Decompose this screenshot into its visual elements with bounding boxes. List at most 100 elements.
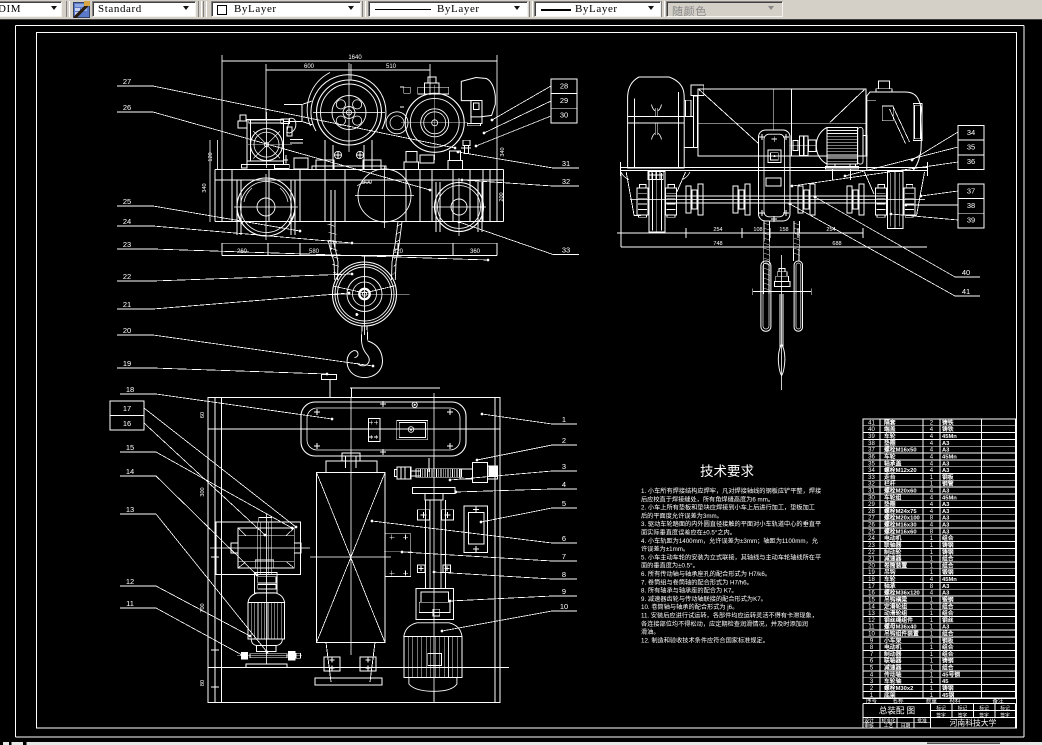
svg-text:45Mn: 45Mn xyxy=(942,454,957,460)
svg-text:11: 11 xyxy=(868,625,875,631)
svg-text:34: 34 xyxy=(868,468,875,474)
svg-text:3. 驱动车轮踏面的内外圆直径接触的平面对小车轨道中心的垂直: 3. 驱动车轮踏面的内外圆直径接触的平面对小车轨道中心的垂直平 xyxy=(641,520,821,528)
svg-text:组合: 组合 xyxy=(942,643,954,651)
svg-text:名称: 名称 xyxy=(892,696,904,704)
svg-text:滑油。: 滑油。 xyxy=(641,628,660,636)
svg-text:铸铁: 铸铁 xyxy=(942,418,954,426)
svg-text:26: 26 xyxy=(123,103,131,112)
svg-text:30: 30 xyxy=(560,111,568,120)
svg-text:13: 13 xyxy=(126,505,134,514)
svg-text:340: 340 xyxy=(500,147,506,156)
svg-text:9: 9 xyxy=(562,587,566,596)
svg-text:19: 19 xyxy=(868,570,875,576)
svg-text:16: 16 xyxy=(868,591,875,597)
svg-text:21: 21 xyxy=(123,300,131,309)
svg-text:许误差为±1mm。: 许误差为±1mm。 xyxy=(641,545,689,553)
svg-text:铸钢: 铸钢 xyxy=(942,541,954,549)
svg-text:面的垂直度为±0.5°。: 面的垂直度为±0.5°。 xyxy=(641,562,699,570)
svg-text:27: 27 xyxy=(123,77,131,86)
svg-text:9. 减速器齿轮与传动轴联接的配合形式为K7。: 9. 减速器齿轮与传动轴联接的配合形式为K7。 xyxy=(641,595,767,603)
svg-text:A3: A3 xyxy=(942,441,950,447)
svg-text:走台: 走台 xyxy=(883,473,896,481)
svg-text:5: 5 xyxy=(562,499,566,508)
svg-text:8: 8 xyxy=(562,570,566,579)
svg-text:总装配 图: 总装配 图 xyxy=(879,706,915,716)
svg-text:10. 卷筒轴与轴承的配合形式为 j6。: 10. 卷筒轴与轴承的配合形式为 j6。 xyxy=(641,603,738,611)
svg-text:12: 12 xyxy=(126,577,134,586)
svg-text:序号: 序号 xyxy=(866,696,878,704)
svg-text:数量: 数量 xyxy=(926,696,938,704)
svg-text:A3: A3 xyxy=(942,625,950,631)
svg-text:510: 510 xyxy=(386,64,397,70)
svg-text:组合: 组合 xyxy=(942,561,954,569)
svg-text:钢板: 钢板 xyxy=(942,636,954,644)
svg-text:电动机: 电动机 xyxy=(884,643,902,651)
svg-text:钢丝绳组件: 钢丝绳组件 xyxy=(884,616,913,624)
svg-text:组合: 组合 xyxy=(942,602,954,610)
svg-text:轴承盖: 轴承盖 xyxy=(884,459,902,467)
svg-text:32: 32 xyxy=(868,482,875,488)
svg-text:15: 15 xyxy=(868,597,875,603)
svg-text:748: 748 xyxy=(713,241,722,247)
svg-text:A3: A3 xyxy=(942,591,950,597)
svg-text:螺栓M16x30: 螺栓M16x30 xyxy=(884,521,917,529)
svg-text:传动轴: 传动轴 xyxy=(883,670,902,678)
svg-text:标准化: 标准化 xyxy=(882,717,896,724)
svg-text:30: 30 xyxy=(868,495,875,501)
svg-text:29: 29 xyxy=(560,96,568,105)
svg-text:10: 10 xyxy=(868,632,875,638)
svg-text:108: 108 xyxy=(753,227,762,233)
svg-text:22: 22 xyxy=(123,272,131,281)
svg-text:45Mn: 45Mn xyxy=(942,577,957,583)
svg-text:铸铁: 铸铁 xyxy=(942,425,954,433)
svg-text:14: 14 xyxy=(868,604,875,610)
svg-text:铸钢: 铸钢 xyxy=(942,657,954,665)
svg-text:80: 80 xyxy=(200,680,206,686)
svg-text:螺栓M30x2: 螺栓M30x2 xyxy=(884,684,913,692)
svg-text:A3: A3 xyxy=(942,448,950,454)
svg-text:45Mn: 45Mn xyxy=(942,495,957,501)
svg-text:轴承: 轴承 xyxy=(884,582,896,590)
svg-text:车轮轴: 车轮轴 xyxy=(884,677,902,685)
svg-text:吊钩组件装置: 吊钩组件装置 xyxy=(884,630,919,638)
svg-text:17: 17 xyxy=(868,584,875,590)
svg-text:36: 36 xyxy=(868,454,875,460)
svg-text:吊钩: 吊钩 xyxy=(884,568,896,576)
svg-text:螺母M36x40: 螺母M36x40 xyxy=(884,623,917,631)
svg-text:螺栓M16x60: 螺栓M16x60 xyxy=(884,527,917,535)
svg-text:材料: 材料 xyxy=(949,696,961,704)
svg-text:39: 39 xyxy=(868,434,875,440)
svg-text:254: 254 xyxy=(826,227,835,233)
svg-text:A3: A3 xyxy=(942,516,950,522)
svg-text:17: 17 xyxy=(123,404,131,413)
svg-text:24: 24 xyxy=(868,536,875,542)
svg-text:车轮: 车轮 xyxy=(884,575,896,583)
svg-text:A3: A3 xyxy=(942,468,950,474)
svg-text:27: 27 xyxy=(868,516,875,522)
svg-text:钢管: 钢管 xyxy=(942,480,954,488)
svg-text:21: 21 xyxy=(868,557,875,563)
svg-text:28: 28 xyxy=(560,82,568,91)
svg-text:A3: A3 xyxy=(942,502,950,508)
svg-text:41: 41 xyxy=(962,287,970,296)
svg-text:吊钩横梁: 吊钩横梁 xyxy=(884,595,907,603)
svg-text:签字: 签字 xyxy=(936,711,946,718)
svg-text:45: 45 xyxy=(942,679,949,685)
svg-text:120: 120 xyxy=(208,152,214,161)
svg-text:13: 13 xyxy=(868,611,875,617)
svg-text:1: 1 xyxy=(562,415,566,424)
svg-text:备注: 备注 xyxy=(992,696,1004,704)
svg-text:审核: 审核 xyxy=(864,722,874,729)
svg-text:25: 25 xyxy=(123,197,131,206)
svg-text:7: 7 xyxy=(562,552,566,561)
svg-text:锻钢: 锻钢 xyxy=(942,568,954,576)
svg-text:减速器: 减速器 xyxy=(884,664,902,672)
svg-text:螺栓M24x75: 螺栓M24x75 xyxy=(884,507,917,515)
svg-text:联轴器: 联轴器 xyxy=(884,657,902,665)
svg-text:车轮组: 车轮组 xyxy=(884,493,902,501)
svg-text:组合: 组合 xyxy=(942,630,954,638)
svg-text:面实际垂直度误差应在±0.5°之内。: 面实际垂直度误差应在±0.5°之内。 xyxy=(641,529,736,537)
svg-text:8. 所有轴承与轴承座的配合为 K7。: 8. 所有轴承与轴承座的配合为 K7。 xyxy=(641,587,738,595)
svg-text:5. 小车主动车轮的安装为立式联接，其轴线与主动车轮轴线所在: 5. 小车主动车轮的安装为立式联接，其轴线与主动车轮轴线所在平 xyxy=(641,553,821,561)
svg-text:600: 600 xyxy=(304,64,315,70)
